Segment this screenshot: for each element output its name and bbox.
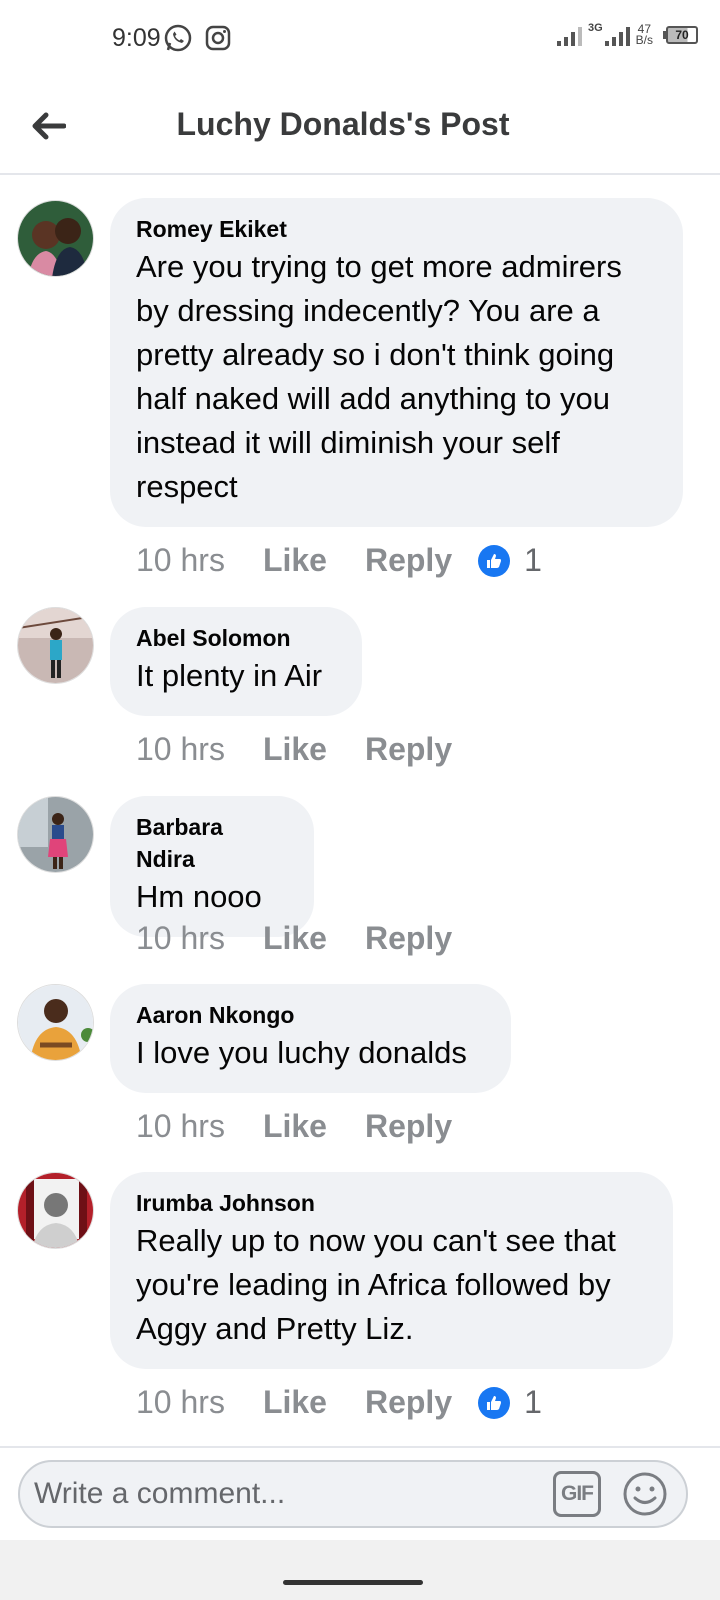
comment-text: Really up to now you can't see that you'… — [136, 1223, 616, 1346]
status-time: 9:09 — [112, 24, 161, 52]
battery-level: 70 — [666, 26, 698, 44]
reply-button[interactable]: Reply — [365, 1384, 452, 1421]
avatar[interactable] — [17, 607, 94, 684]
comment-author[interactable]: Irumba Johnson — [136, 1187, 647, 1219]
like-button[interactable]: Like — [263, 1108, 327, 1145]
whatsapp-icon — [164, 24, 192, 52]
comment-text: I love you luchy donalds — [136, 1035, 467, 1070]
avatar[interactable] — [17, 796, 94, 873]
comment-bubble[interactable]: Aaron Nkongo I love you luchy donalds — [110, 984, 511, 1093]
comment-author[interactable]: Abel Solomon — [136, 622, 336, 654]
network-type: 3G — [587, 22, 603, 34]
smiley-icon[interactable] — [622, 1471, 668, 1517]
signal-icon — [604, 22, 630, 46]
comment-author[interactable]: Aaron Nkongo — [136, 999, 485, 1031]
comment-time[interactable]: 10 hrs — [136, 542, 225, 579]
comment-actions: 10 hrs Like Reply 1 — [136, 1384, 542, 1421]
comment-composer-area: GIF — [0, 1446, 720, 1540]
like-button[interactable]: Like — [263, 920, 327, 957]
thumbs-up-icon[interactable] — [478, 1386, 511, 1419]
like-button[interactable]: Like — [263, 731, 327, 768]
comment-text: It plenty in Air — [136, 658, 323, 693]
reaction-count[interactable]: 1 — [524, 1384, 542, 1421]
thumbs-up-icon[interactable] — [478, 544, 511, 577]
like-button[interactable]: Like — [263, 1384, 327, 1421]
reply-button[interactable]: Reply — [365, 731, 452, 768]
comment-bubble[interactable]: Barbara Ndira Hm nooo — [110, 796, 314, 937]
comment-actions: 10 hrs Like Reply — [136, 1108, 452, 1145]
reply-button[interactable]: Reply — [365, 1108, 452, 1145]
avatar[interactable] — [17, 200, 94, 277]
reply-button[interactable]: Reply — [365, 542, 452, 579]
comment-text: Are you trying to get more admirers by d… — [136, 249, 622, 504]
home-indicator[interactable] — [283, 1580, 423, 1585]
comment-time[interactable]: 10 hrs — [136, 1384, 225, 1421]
system-nav-bar — [0, 1540, 720, 1600]
avatar[interactable] — [17, 1172, 94, 1249]
status-bar: 9:09 3G 47 B/s 70 — [0, 0, 720, 80]
comment-time[interactable]: 10 hrs — [136, 731, 225, 768]
comment-author[interactable]: Romey Ekiket — [136, 213, 657, 245]
comment-time[interactable]: 10 hrs — [136, 1108, 225, 1145]
speed-unit: B/s — [635, 33, 653, 47]
comment-composer: GIF — [18, 1460, 688, 1528]
comment-actions: 10 hrs Like Reply 1 — [136, 542, 542, 579]
comment-author[interactable]: Barbara Ndira — [136, 811, 288, 875]
app-header: Luchy Donalds's Post — [0, 80, 720, 175]
status-indicators: 3G 47 B/s 70 — [556, 22, 698, 47]
like-button[interactable]: Like — [263, 542, 327, 579]
network-speed: 47 B/s — [635, 23, 653, 47]
comment-actions: 10 hrs Like Reply — [136, 731, 452, 768]
comment-time[interactable]: 10 hrs — [136, 920, 225, 957]
avatar[interactable] — [17, 984, 94, 1061]
comment-input[interactable] — [34, 1470, 534, 1518]
reply-button[interactable]: Reply — [365, 920, 452, 957]
comment-bubble[interactable]: Irumba Johnson Really up to now you can'… — [110, 1172, 673, 1369]
comment-actions: 10 hrs Like Reply — [136, 920, 452, 957]
comment-bubble[interactable]: Romey Ekiket Are you trying to get more … — [110, 198, 683, 527]
comment-text: Hm nooo — [136, 879, 262, 914]
comment-bubble[interactable]: Abel Solomon It plenty in Air — [110, 607, 362, 716]
gif-button[interactable]: GIF — [553, 1471, 601, 1517]
signal-icon — [556, 22, 582, 46]
reaction-count[interactable]: 1 — [524, 542, 542, 579]
battery-icon: 70 — [663, 26, 698, 44]
page-title: Luchy Donalds's Post — [176, 106, 510, 142]
instagram-icon — [205, 25, 231, 51]
